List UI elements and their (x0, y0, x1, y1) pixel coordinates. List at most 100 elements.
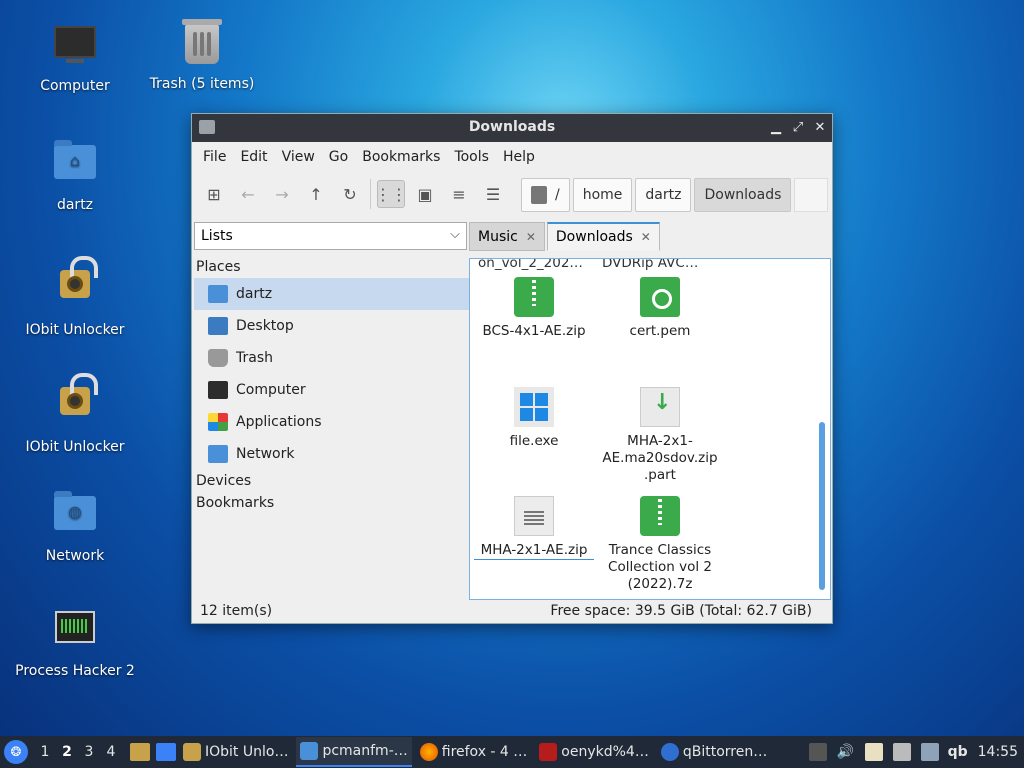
task-firefox[interactable]: firefox - 4 … (416, 737, 532, 767)
breadcrumb-downloads[interactable]: Downloads (694, 178, 792, 212)
close-icon[interactable]: ✕ (810, 118, 830, 138)
file-name-partial[interactable]: DVDRip AVC… (602, 259, 698, 271)
file-name: Trance Classics Collection vol 2 (2022).… (600, 542, 720, 593)
folder-icon (300, 742, 319, 760)
menu-bookmarks[interactable]: Bookmarks (355, 149, 447, 165)
menu-tools[interactable]: Tools (447, 149, 496, 165)
sidebar-item-network[interactable]: Network (194, 438, 469, 470)
sidebar-item-computer[interactable]: Computer (194, 374, 469, 406)
sidebar-item-desktop[interactable]: Desktop (194, 310, 469, 342)
tab-bar: Music ✕ Downloads ✕ (469, 222, 662, 251)
show-desktop-icon[interactable] (156, 743, 176, 761)
menu-file[interactable]: File (196, 149, 233, 165)
minimize-icon[interactable]: ▁ (766, 118, 786, 138)
desktop-icon-label: Process Hacker 2 (15, 663, 135, 679)
menu-help[interactable]: Help (496, 149, 542, 165)
up-arrow-icon[interactable]: ↑ (302, 180, 330, 208)
file-view[interactable]: on_vol_2_202… DVDRip AVC… BCS-4x1-AE.zip… (469, 258, 831, 600)
places-header: Places (196, 259, 241, 275)
file-name-line: (2022).7z (627, 576, 693, 592)
tab-label: Downloads (555, 229, 633, 245)
workspace-2[interactable]: 2 (56, 744, 78, 760)
file-name-partial[interactable]: on_vol_2_202… (478, 259, 583, 271)
home-folder-icon: ⌂ (51, 140, 99, 193)
sidebar-mode-value: Lists (201, 228, 233, 244)
breadcrumb-spacer (794, 178, 829, 212)
file-name: BCS-4x1-AE.zip (482, 323, 586, 339)
forward-arrow-icon[interactable]: → (268, 180, 296, 208)
taskbar: ❂ 1 2 3 4 IObit Unlo… pcmanfm-… firefox … (0, 736, 1024, 768)
places-sidebar: Places dartz Desktop Trash Computer Appl… (194, 256, 469, 514)
file-name-line: .part (644, 467, 676, 483)
volume-icon[interactable]: 🔊 (837, 743, 855, 761)
tab-downloads[interactable]: Downloads ✕ (546, 222, 660, 251)
new-tab-icon[interactable]: ⊞ (200, 180, 228, 208)
file-item[interactable]: Trance Classics Collection vol 2 (2022).… (600, 496, 720, 593)
file-name-line: AE.ma20sdov.zip (602, 450, 718, 466)
item-count: 12 item(s) (200, 603, 273, 619)
file-item[interactable]: file.exe (474, 387, 594, 450)
task-pcmanfm[interactable]: pcmanfm-… (296, 737, 412, 767)
desktop-icon-iobit-unlocker-1[interactable]: IObit Unlocker (10, 252, 140, 338)
process-hacker-icon (51, 611, 99, 659)
bookmarks-header[interactable]: Bookmarks (194, 492, 469, 514)
clock[interactable]: 14:55 (978, 744, 1018, 760)
devices-header[interactable]: Devices (194, 470, 469, 492)
close-tab-icon[interactable]: ✕ (526, 230, 536, 244)
desktop-icon-process-hacker[interactable]: Process Hacker 2 (10, 603, 140, 679)
workspace-3[interactable]: 3 (78, 744, 100, 760)
file-name: cert.pem (629, 323, 691, 339)
menu-view[interactable]: View (275, 149, 322, 165)
desktop-icon-home-folder[interactable]: ⌂ dartz (10, 135, 140, 213)
file-name-line: Collection vol 2 (608, 559, 712, 575)
menu-go[interactable]: Go (322, 149, 355, 165)
workspace-4[interactable]: 4 (100, 744, 122, 760)
sidebar-mode-select[interactable]: Lists ⌵ (194, 222, 467, 250)
breadcrumb-dartz[interactable]: dartz (635, 178, 692, 212)
reload-icon[interactable]: ↻ (336, 180, 364, 208)
icon-view-icon[interactable]: ⋮⋮ (375, 180, 407, 208)
task-iobit-unlocker[interactable]: IObit Unlo… (179, 737, 292, 767)
compact-view-icon[interactable]: ≡ (445, 180, 473, 208)
system-tray: 🔊 qb 14:55 (804, 743, 1024, 761)
network-tray-icon[interactable] (892, 743, 911, 761)
task-filezilla[interactable]: oenykd%4… (535, 737, 653, 767)
task-qbittorrent[interactable]: qBittorren… (657, 737, 771, 767)
file-item[interactable]: cert.pem (600, 277, 720, 340)
start-menu-icon[interactable]: ❂ (4, 740, 28, 764)
thumbnail-view-icon[interactable]: ▣ (411, 180, 439, 208)
file-item[interactable]: MHA-2x1-AE.zip (474, 496, 594, 560)
detailed-list-view-icon[interactable]: ☰ (479, 180, 507, 208)
toolbar: ⊞ ← → ↑ ↻ ⋮⋮ ▣ ≡ ☰ / home dartz Download… (192, 172, 832, 216)
menu-edit[interactable]: Edit (233, 149, 274, 165)
file-manager-launcher-icon[interactable] (130, 743, 150, 761)
partial-download-icon (640, 387, 680, 427)
sidebar-item-trash[interactable]: Trash (194, 342, 469, 374)
tab-music[interactable]: Music ✕ (469, 222, 545, 251)
file-item[interactable]: BCS-4x1-AE.zip (474, 277, 594, 340)
clipboard-icon[interactable] (864, 743, 883, 761)
desktop-icon-computer[interactable]: Computer (10, 18, 140, 94)
sidebar-item-dartz[interactable]: dartz (194, 278, 469, 310)
desktop-icon-network[interactable]: ◍ Network (10, 486, 140, 564)
desktop-icon-label: dartz (56, 197, 94, 213)
maximize-icon[interactable]: ⤢ (788, 118, 808, 138)
status-bar: 12 item(s) Free space: 39.5 GiB (Total: … (192, 599, 832, 623)
desktop-icon-trash[interactable]: Trash (5 items) (137, 18, 267, 92)
sidebar-item-applications[interactable]: Applications (194, 406, 469, 438)
back-arrow-icon[interactable]: ← (234, 180, 262, 208)
vertical-scrollbar[interactable] (819, 422, 825, 590)
window-titlebar[interactable]: Downloads ▁ ⤢ ✕ (192, 114, 832, 142)
qbittorrent-tray-icon[interactable]: qb (948, 744, 968, 760)
workspace-1[interactable]: 1 (34, 744, 56, 760)
close-tab-icon[interactable]: ✕ (641, 230, 651, 244)
desktop-icon-iobit-unlocker-2[interactable]: IObit Unlocker (10, 369, 140, 455)
computer-icon (51, 26, 99, 74)
breadcrumb-root[interactable]: / (521, 178, 570, 212)
window-title: Downloads (468, 119, 556, 135)
notification-icon[interactable] (920, 743, 939, 761)
file-item[interactable]: MHA-2x1- AE.ma20sdov.zip .part (600, 387, 720, 484)
breadcrumb-home[interactable]: home (572, 178, 633, 212)
task-label: IObit Unlo… (205, 744, 289, 760)
scroll-tray-icon[interactable] (808, 743, 827, 761)
